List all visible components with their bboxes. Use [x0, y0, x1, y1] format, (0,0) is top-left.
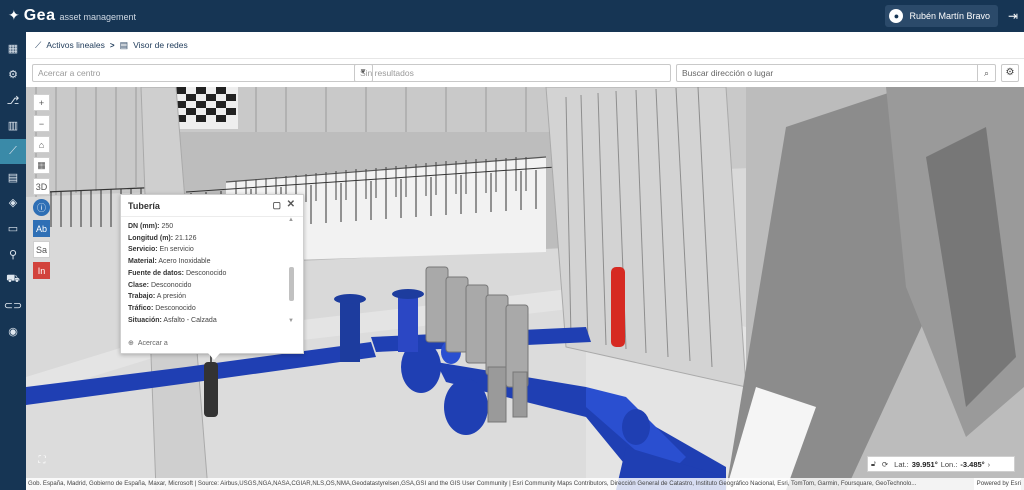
calendar-icon[interactable]: ▤ [0, 164, 26, 190]
line-asset-icon: ⟋ [35, 39, 42, 50]
attr-row: Tráfico: Desconocido [128, 304, 196, 312]
search-row: Acercar a centro ▼ Sin resultados Buscar… [26, 59, 1024, 87]
breadcrumb-item-visor[interactable]: Visor de redes [133, 40, 188, 50]
attr-row: Trabajo: A presión [128, 293, 186, 301]
attribution-text: Gob. España, Madrid, Gobierno de España,… [28, 480, 917, 487]
map-tools: + − ⌂ ▦ 3D ⓘ Ab Sa In [33, 94, 51, 279]
logout-icon[interactable]: ⇥ [1008, 9, 1018, 23]
attr-row: Servicio: En servicio [128, 246, 194, 254]
scroll-up-icon[interactable]: ▲ [288, 217, 294, 223]
powered-by-esri[interactable]: Powered by Esri [973, 478, 1021, 490]
breadcrumb-item-activos[interactable]: Activos lineales [46, 40, 105, 50]
user-name: Rubén Martín Bravo [909, 11, 990, 21]
search-icon[interactable]: ⌕ [977, 65, 995, 81]
map-attribution: Gob. España, Madrid, Gobierno de España,… [26, 478, 1024, 490]
lat-value: 39.951° [911, 459, 938, 469]
zoom-to-label: Acercar a [137, 339, 168, 347]
zoom-to-action[interactable]: ⊕ Acercar a [128, 339, 168, 348]
user-menu[interactable]: ● Rubén Martín Bravo [885, 5, 998, 27]
logo-subtitle: asset management [59, 12, 137, 22]
ab-layer-button[interactable]: Ab [33, 220, 50, 237]
info-icon[interactable]: ⓘ [33, 199, 50, 216]
zoom-in-button[interactable]: + [33, 94, 50, 111]
fullscreen-icon[interactable]: ⛶ [34, 455, 50, 471]
close-icon[interactable]: ✕ [287, 199, 295, 210]
popup-pointer [208, 353, 220, 360]
lat-label: Lat.: [894, 459, 909, 469]
breadcrumb: ⟋ Activos lineales > ▤ Visor de redes [26, 32, 1024, 59]
line-asset-icon[interactable]: ⟋ [0, 138, 26, 165]
leaf-icon: ✦ [8, 7, 20, 23]
attr-row: Situación: Asfalto - Calzada [128, 316, 217, 324]
network-icon[interactable]: ⎇ [0, 87, 26, 113]
popup-body: DN (mm): 250 Longitud (m): 21.126 Servic… [121, 217, 303, 329]
zoom-center-select[interactable]: Acercar a centro ▼ [32, 64, 373, 82]
map-viewer-icon: ▤ [119, 39, 129, 50]
scroll-down-icon[interactable]: ▼ [288, 318, 294, 324]
lon-value: -3.485° [960, 459, 985, 469]
checker-window [176, 87, 238, 129]
box-icon[interactable]: ◈ [0, 190, 26, 216]
pin-icon[interactable]: ⚲ [0, 242, 26, 268]
gear-icon[interactable]: ⚙ [0, 62, 26, 88]
attr-row: Fuente de datos: Desconocido [128, 269, 227, 277]
zoom-icon: ⊕ [128, 340, 134, 347]
document-icon[interactable]: ▭ [0, 216, 26, 242]
attr-row: Clase: Desconocido [128, 281, 192, 289]
breadcrumb-separator: > [109, 40, 115, 50]
logo: ✦ Gea asset management [0, 7, 136, 25]
lock-icon[interactable]: 🔓︎ [868, 459, 879, 469]
zoom-out-button[interactable]: − [33, 115, 50, 132]
popup-scrollbar[interactable] [289, 267, 294, 301]
feature-popup: Tubería ▢ ✕ DN (mm): 250 Longitud (m): 2… [120, 194, 304, 354]
attr-row: Material: Acero Inoxidable [128, 258, 211, 266]
results-text: Sin resultados [360, 68, 414, 78]
address-placeholder: Buscar dirección o lugar [682, 68, 774, 78]
results-field[interactable]: Sin resultados [354, 64, 671, 82]
settings-button[interactable]: ⚙ [1001, 64, 1019, 82]
sa-layer-button[interactable]: Sa [33, 241, 50, 258]
top-bar: ✦ Gea asset management ● Rubén Martín Br… [0, 0, 1024, 32]
user-icon: ● [889, 9, 904, 23]
refresh-icon[interactable]: ⟳ [879, 460, 891, 469]
dashboard-icon[interactable]: ▦ [0, 36, 26, 62]
in-layer-button[interactable]: In [33, 262, 50, 279]
logo-text: Gea [23, 7, 56, 24]
link-icon[interactable]: ⊂⊃ [0, 293, 26, 319]
chevron-right-icon[interactable]: › [985, 460, 994, 469]
sidebar: ▦ ⚙ ⎇ ▥ ⟋ ▤ ◈ ▭ ⚲ ⛟ ⊂⊃ ◉ [0, 32, 26, 490]
popup-header: Tubería ▢ ✕ [121, 195, 303, 217]
attr-row: DN (mm): 250 [128, 223, 174, 230]
attr-row: Longitud (m): 21.126 [128, 234, 197, 242]
zoom-center-placeholder: Acercar a centro [38, 68, 101, 78]
grid-icon[interactable]: ▦ [33, 157, 50, 174]
building-icon[interactable]: ▥ [0, 113, 26, 139]
mode-3d-button[interactable]: 3D [33, 178, 50, 195]
address-search-input[interactable]: Buscar dirección o lugar ⌕ [676, 64, 996, 82]
popup-title: Tubería [128, 200, 160, 211]
car-icon[interactable]: ⛟ [0, 267, 26, 293]
lon-label: Lon.: [940, 459, 958, 469]
dock-icon[interactable]: ▢ [272, 200, 281, 211]
location-icon[interactable]: ◉ [0, 319, 26, 345]
coordinates-widget: 🔓︎ ⟳ Lat.: 39.951° Lon.: -3.485° › [867, 456, 1015, 472]
home-icon[interactable]: ⌂ [33, 136, 50, 153]
